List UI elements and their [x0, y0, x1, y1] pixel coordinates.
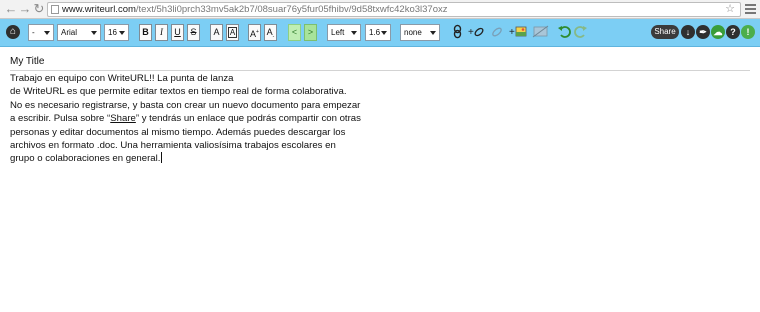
share-link-text[interactable]: Share [110, 113, 136, 124]
download-icon[interactable]: ↓ [681, 25, 695, 39]
svg-text:+: + [509, 27, 515, 38]
forward-arrow-icon[interactable]: → [18, 2, 32, 16]
help-cloud-icon[interactable]: ☁ [711, 25, 725, 39]
browser-menu-icon[interactable] [745, 3, 756, 15]
home-icon[interactable]: ⌂ [6, 25, 20, 39]
reload-icon[interactable]: ↻ [32, 2, 46, 16]
italic-button[interactable]: I [155, 24, 168, 41]
text-cursor [161, 152, 163, 164]
line-height-select[interactable]: 1.6 [365, 24, 391, 41]
document-title[interactable]: My Title [10, 55, 44, 69]
text-line: de WriteURL es que permite editar textos… [10, 86, 347, 98]
bold-button[interactable]: B [139, 24, 152, 41]
text-line: No es necesario registrarse, y basta con… [10, 99, 361, 111]
text-color-button[interactable]: A [210, 24, 223, 41]
insert-image-icon[interactable]: + [509, 24, 527, 41]
text-line: Trabajo en equipo con WriteURL!! La punt… [10, 73, 234, 84]
underline-button[interactable]: U [171, 24, 184, 41]
indent-less-button[interactable]: < [288, 24, 301, 41]
background-color-button[interactable]: A [226, 24, 239, 41]
font-size-select[interactable]: 16 [104, 24, 129, 41]
bookmark-star-icon[interactable]: ☆ [725, 3, 735, 16]
text-line: grupo o colaboraciones en general. [10, 152, 163, 165]
text-line: a escribir. Pulsa sobre “Share” y tendrá… [10, 113, 361, 125]
url-text: www.writeurl.com/text/5h3li0prch33mv5ak2… [62, 4, 448, 15]
pen-icon[interactable]: ✒ [696, 25, 710, 39]
subscript-button[interactable]: A- [264, 24, 277, 41]
browser-chrome: ← → ↻ www.writeurl.com/text/5h3li0prch33… [0, 0, 760, 19]
svg-text:+: + [468, 27, 474, 38]
heading-select[interactable]: - [28, 24, 54, 41]
alignment-select[interactable]: Left [327, 24, 361, 41]
indent-more-button[interactable]: > [304, 24, 317, 41]
share-button[interactable]: Share [651, 25, 679, 39]
remove-image-icon[interactable] [531, 24, 549, 41]
info-icon[interactable]: ! [741, 25, 755, 39]
editor-toolbar: ⌂ - Arial 16 B I U S A A A+ A- < > Left … [0, 19, 760, 47]
text-line: archivos en formato .doc. Una herramient… [10, 140, 336, 152]
unlink-icon[interactable] [489, 24, 505, 41]
text-line: personas y editar documentos al mismo ti… [10, 126, 346, 138]
redo-icon[interactable] [573, 24, 588, 41]
back-arrow-icon[interactable]: ← [4, 2, 18, 16]
document-body[interactable]: Trabajo en equipo con WriteURL!! La punt… [10, 72, 361, 166]
list-style-select[interactable]: none [400, 24, 440, 41]
address-bar[interactable]: www.writeurl.com/text/5h3li0prch33mv5ak2… [47, 2, 741, 17]
link-icon[interactable] [450, 24, 465, 41]
font-family-select[interactable]: Arial [57, 24, 101, 41]
add-link-icon[interactable]: + [468, 24, 486, 41]
title-divider [10, 70, 750, 71]
undo-icon[interactable] [557, 24, 572, 41]
strikethrough-button[interactable]: S [187, 24, 200, 41]
question-icon[interactable]: ? [726, 25, 740, 39]
page-icon [51, 5, 59, 14]
superscript-button[interactable]: A+ [248, 24, 261, 41]
